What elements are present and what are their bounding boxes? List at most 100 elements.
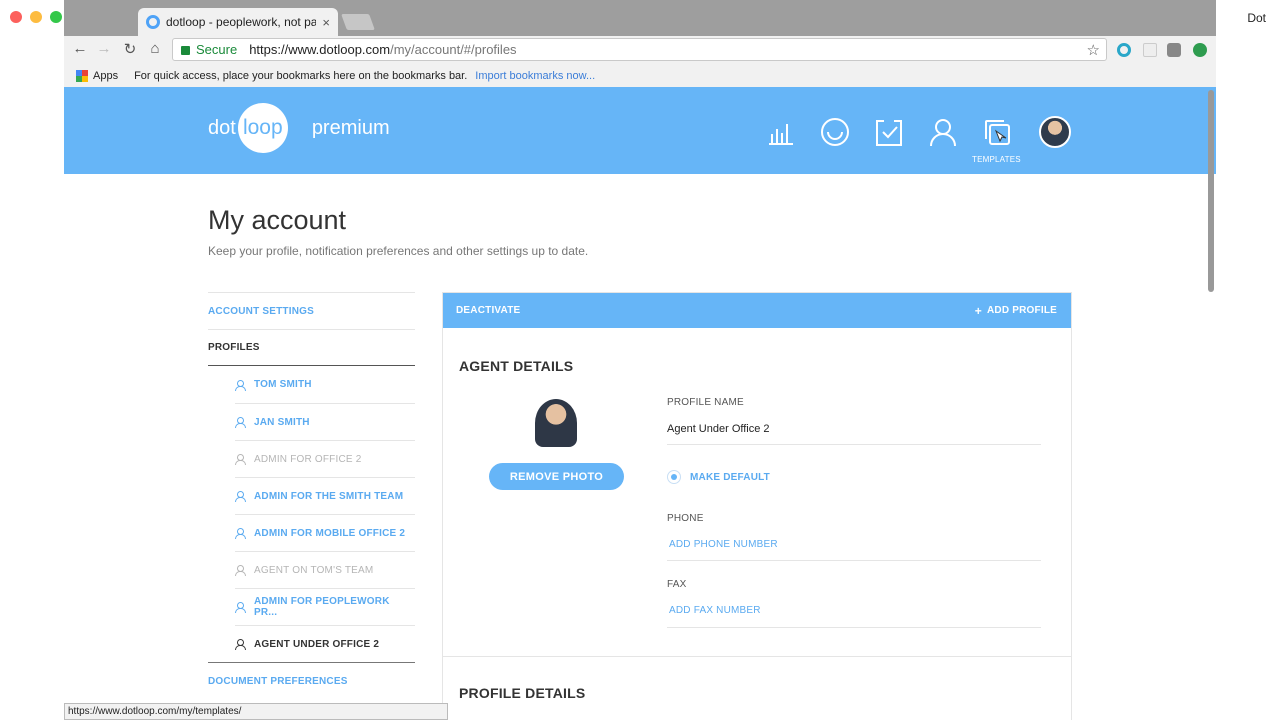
browser-toolbar: ← → ↻ ⌂ Secure https://www.dotloop.com /… [64, 36, 1216, 64]
profile-label: AGENT ON TOM'S TEAM [254, 564, 374, 576]
make-default-radio[interactable] [667, 470, 681, 484]
address-bar[interactable]: Secure https://www.dotloop.com /my/accou… [172, 38, 1107, 61]
title-bar: dotloop - peoplework, not pap × Dot [10, 0, 1266, 36]
home-icon[interactable]: ⌂ [145, 40, 165, 57]
apps-grid-icon[interactable] [76, 69, 88, 82]
profile-name-field[interactable]: Agent Under Office 2 [667, 423, 770, 435]
person-icon [235, 491, 246, 502]
person-icon [235, 454, 246, 465]
person-icon [235, 565, 246, 576]
templates-label: TEMPLATES [972, 155, 1021, 164]
tab-title: dotloop - peoplework, not pap [166, 15, 317, 29]
contacts-person-icon[interactable] [928, 117, 958, 147]
profile-label: ADMIN FOR MOBILE OFFICE 2 [254, 527, 406, 539]
add-profile-label: ADD PROFILE [987, 305, 1057, 316]
new-tab-button[interactable] [341, 14, 375, 30]
profile-name-label: PROFILE NAME [667, 397, 744, 408]
reload-icon[interactable]: ↻ [120, 40, 140, 58]
logo-dot-text: dot [208, 116, 236, 139]
secure-label: Secure [196, 42, 238, 57]
profile-item-tom-smith[interactable]: TOM SMITH [235, 366, 415, 403]
remove-photo-button[interactable]: REMOVE PHOTO [489, 463, 624, 490]
tab-close-icon[interactable]: × [322, 15, 330, 30]
left-margin [0, 0, 64, 720]
link-status-bar: https://www.dotloop.com/my/templates/ [64, 703, 448, 720]
bookmarks-bar: Apps For quick access, place your bookma… [64, 64, 1216, 87]
profile-label: ADMIN FOR PEOPLEWORK PR... [253, 596, 390, 618]
back-arrow-icon[interactable]: ← [70, 40, 90, 57]
profile-item-agent-toms-team[interactable]: AGENT ON TOM'S TEAM [235, 551, 415, 588]
profile-label: TOM SMITH [254, 379, 312, 390]
profile-item-admin-office-2[interactable]: ADMIN FOR OFFICE 2 [235, 440, 415, 477]
profile-item-jan-smith[interactable]: JAN SMITH [235, 403, 415, 440]
page-subtitle: Keep your profile, notification preferen… [208, 244, 589, 258]
deactivate-button[interactable]: DEACTIVATE [456, 305, 520, 316]
app-header: dot loop premium TEMPLATES [64, 87, 1216, 174]
minimize-window-button[interactable] [30, 11, 42, 23]
logo-premium-text: premium [311, 116, 390, 139]
extension-b-icon[interactable] [1143, 43, 1157, 57]
phone-label: PHONE [667, 513, 704, 524]
agent-details-title: AGENT DETAILS [459, 358, 574, 374]
maximize-window-button[interactable] [50, 11, 62, 23]
sidebar-item-profiles[interactable]: PROFILES [208, 329, 415, 366]
loops-smiley-icon[interactable] [820, 117, 850, 147]
profiles-list: TOM SMITH JAN SMITH ADMIN FOR OFFICE 2 A… [208, 366, 415, 663]
browser-chrome: dotloop - peoplework, not pap × Dot ← → … [10, 0, 1266, 87]
agent-photo [535, 399, 577, 447]
phone-underline [667, 560, 1041, 561]
add-fax-number-link[interactable]: ADD FAX NUMBER [669, 605, 761, 616]
sidebar-item-document-preferences[interactable]: DOCUMENT PREFERENCES [208, 663, 415, 700]
reports-bar-chart-icon[interactable] [766, 117, 796, 147]
page-scrollbar[interactable] [1208, 90, 1214, 292]
lock-icon [181, 46, 190, 55]
url-host: https://www.dotloop.com [249, 42, 391, 57]
profile-label: ADMIN FOR OFFICE 2 [254, 453, 362, 465]
extension-green-icon[interactable] [1193, 43, 1207, 57]
profile-label: JAN SMITH [254, 416, 310, 428]
dotloop-logo[interactable]: dot loop premium [208, 103, 390, 153]
account-sidebar: ACCOUNT SETTINGS PROFILES TOM SMITH JAN … [208, 292, 415, 700]
person-icon [235, 528, 246, 539]
profile-label: AGENT UNDER OFFICE 2 [254, 638, 380, 650]
fax-label: FAX [667, 579, 687, 590]
dotloop-favicon-icon [146, 15, 160, 29]
logo-loop-circle: loop [237, 103, 288, 153]
make-default-label[interactable]: MAKE DEFAULT [690, 472, 770, 483]
section-divider [443, 656, 1071, 657]
add-phone-number-link[interactable]: ADD PHONE NUMBER [669, 539, 778, 550]
person-icon [235, 602, 246, 613]
sidebar-item-account-settings[interactable]: ACCOUNT SETTINGS [208, 292, 415, 329]
apps-bookmark[interactable]: Apps [93, 70, 118, 82]
user-avatar[interactable] [1039, 116, 1071, 148]
person-icon [235, 417, 246, 428]
profile-card: DEACTIVATE + ADD PROFILE AGENT DETAILS R… [442, 292, 1072, 720]
tasks-checkbox-icon[interactable] [874, 117, 904, 147]
profile-label: ADMIN FOR THE SMITH TEAM [254, 490, 404, 502]
url-path: /my/account/#/profiles [390, 42, 517, 57]
extension-square-icon[interactable] [1167, 43, 1181, 57]
extension-circle-icon[interactable] [1117, 43, 1131, 57]
templates-copy-icon[interactable] [982, 117, 1012, 147]
import-bookmarks-link[interactable]: Import bookmarks now... [475, 70, 595, 82]
bookmark-star-icon[interactable]: ☆ [1087, 41, 1100, 59]
fax-underline [667, 627, 1041, 628]
plus-icon: + [974, 303, 983, 318]
person-icon [235, 379, 246, 391]
profile-name-underline [667, 444, 1041, 445]
window-profile-name[interactable]: Dot [1247, 11, 1266, 25]
right-margin [1216, 0, 1280, 720]
forward-arrow-icon[interactable]: → [94, 40, 114, 57]
profile-item-agent-under-office-2[interactable]: AGENT UNDER OFFICE 2 [235, 625, 415, 662]
profile-item-admin-peoplework[interactable]: ADMIN FOR PEOPLEWORK PR... [235, 588, 415, 625]
person-icon [235, 639, 246, 650]
profile-details-title: PROFILE DETAILS [459, 685, 586, 701]
profile-item-admin-mobile-office-2[interactable]: ADMIN FOR MOBILE OFFICE 2 [235, 514, 415, 551]
close-window-button[interactable] [10, 11, 22, 23]
page-title: My account [208, 205, 347, 235]
browser-tab[interactable]: dotloop - peoplework, not pap × [138, 8, 338, 36]
profile-card-toolbar: DEACTIVATE + ADD PROFILE [443, 293, 1071, 328]
add-profile-button[interactable]: + ADD PROFILE [975, 304, 1057, 318]
bookmarks-hint: For quick access, place your bookmarks h… [134, 69, 468, 82]
profile-item-admin-smith-team[interactable]: ADMIN FOR THE SMITH TEAM [235, 477, 415, 514]
